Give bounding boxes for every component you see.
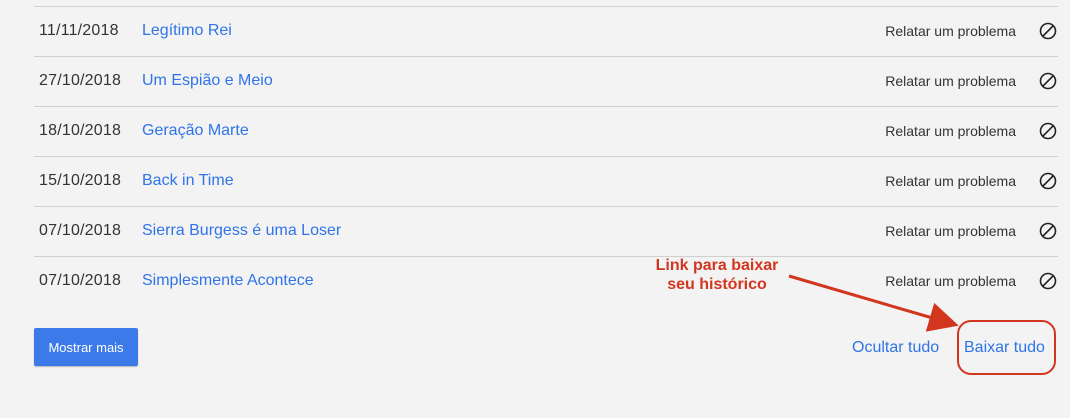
- history-title-link[interactable]: Simplesmente Acontece: [142, 272, 314, 290]
- report-problem-link[interactable]: Relatar um problema: [885, 223, 1016, 239]
- annotation-text: Link para baixar seu histórico: [640, 256, 794, 294]
- annotation-highlight-box: [957, 320, 1056, 375]
- annotation-arrow-icon: [788, 274, 959, 332]
- history-list: 11/11/2018 Legítimo Rei Relatar um probl…: [34, 7, 1058, 307]
- history-title-link[interactable]: Back in Time: [142, 172, 234, 190]
- hide-from-history-icon[interactable]: [1038, 21, 1058, 41]
- history-row: 27/10/2018 Um Espião e Meio Relatar um p…: [34, 57, 1058, 107]
- hide-from-history-icon[interactable]: [1038, 171, 1058, 191]
- history-title-link[interactable]: Sierra Burgess é uma Loser: [142, 222, 341, 240]
- history-date: 27/10/2018: [39, 72, 122, 89]
- history-title-link[interactable]: Um Espião e Meio: [142, 72, 273, 90]
- history-date: 07/10/2018: [39, 222, 122, 239]
- history-title-link[interactable]: Legítimo Rei: [142, 22, 232, 40]
- history-date: 07/10/2018: [39, 272, 122, 289]
- viewing-history-page: 11/11/2018 Legítimo Rei Relatar um probl…: [0, 0, 1070, 418]
- hide-from-history-icon[interactable]: [1038, 271, 1058, 291]
- annotation-line-2: seu histórico: [667, 276, 767, 293]
- history-row: 15/10/2018 Back in Time Relatar um probl…: [34, 157, 1058, 207]
- hide-from-history-icon[interactable]: [1038, 221, 1058, 241]
- show-more-button[interactable]: Mostrar mais: [34, 328, 138, 366]
- history-title-link[interactable]: Geração Marte: [142, 122, 249, 140]
- history-date: 15/10/2018: [39, 172, 122, 189]
- annotation-line-1: Link para baixar: [655, 257, 779, 274]
- history-date: 18/10/2018: [39, 122, 122, 139]
- history-row: 07/10/2018 Sierra Burgess é uma Loser Re…: [34, 207, 1058, 257]
- report-problem-link[interactable]: Relatar um problema: [885, 23, 1016, 39]
- report-problem-link[interactable]: Relatar um problema: [885, 173, 1016, 189]
- hide-from-history-icon[interactable]: [1038, 71, 1058, 91]
- history-date: 11/11/2018: [39, 22, 119, 39]
- hide-from-history-icon[interactable]: [1038, 121, 1058, 141]
- report-problem-link[interactable]: Relatar um problema: [885, 73, 1016, 89]
- history-row: 11/11/2018 Legítimo Rei Relatar um probl…: [34, 7, 1058, 57]
- history-row: 18/10/2018 Geração Marte Relatar um prob…: [34, 107, 1058, 157]
- report-problem-link[interactable]: Relatar um problema: [885, 123, 1016, 139]
- hide-all-link[interactable]: Ocultar tudo: [852, 339, 939, 357]
